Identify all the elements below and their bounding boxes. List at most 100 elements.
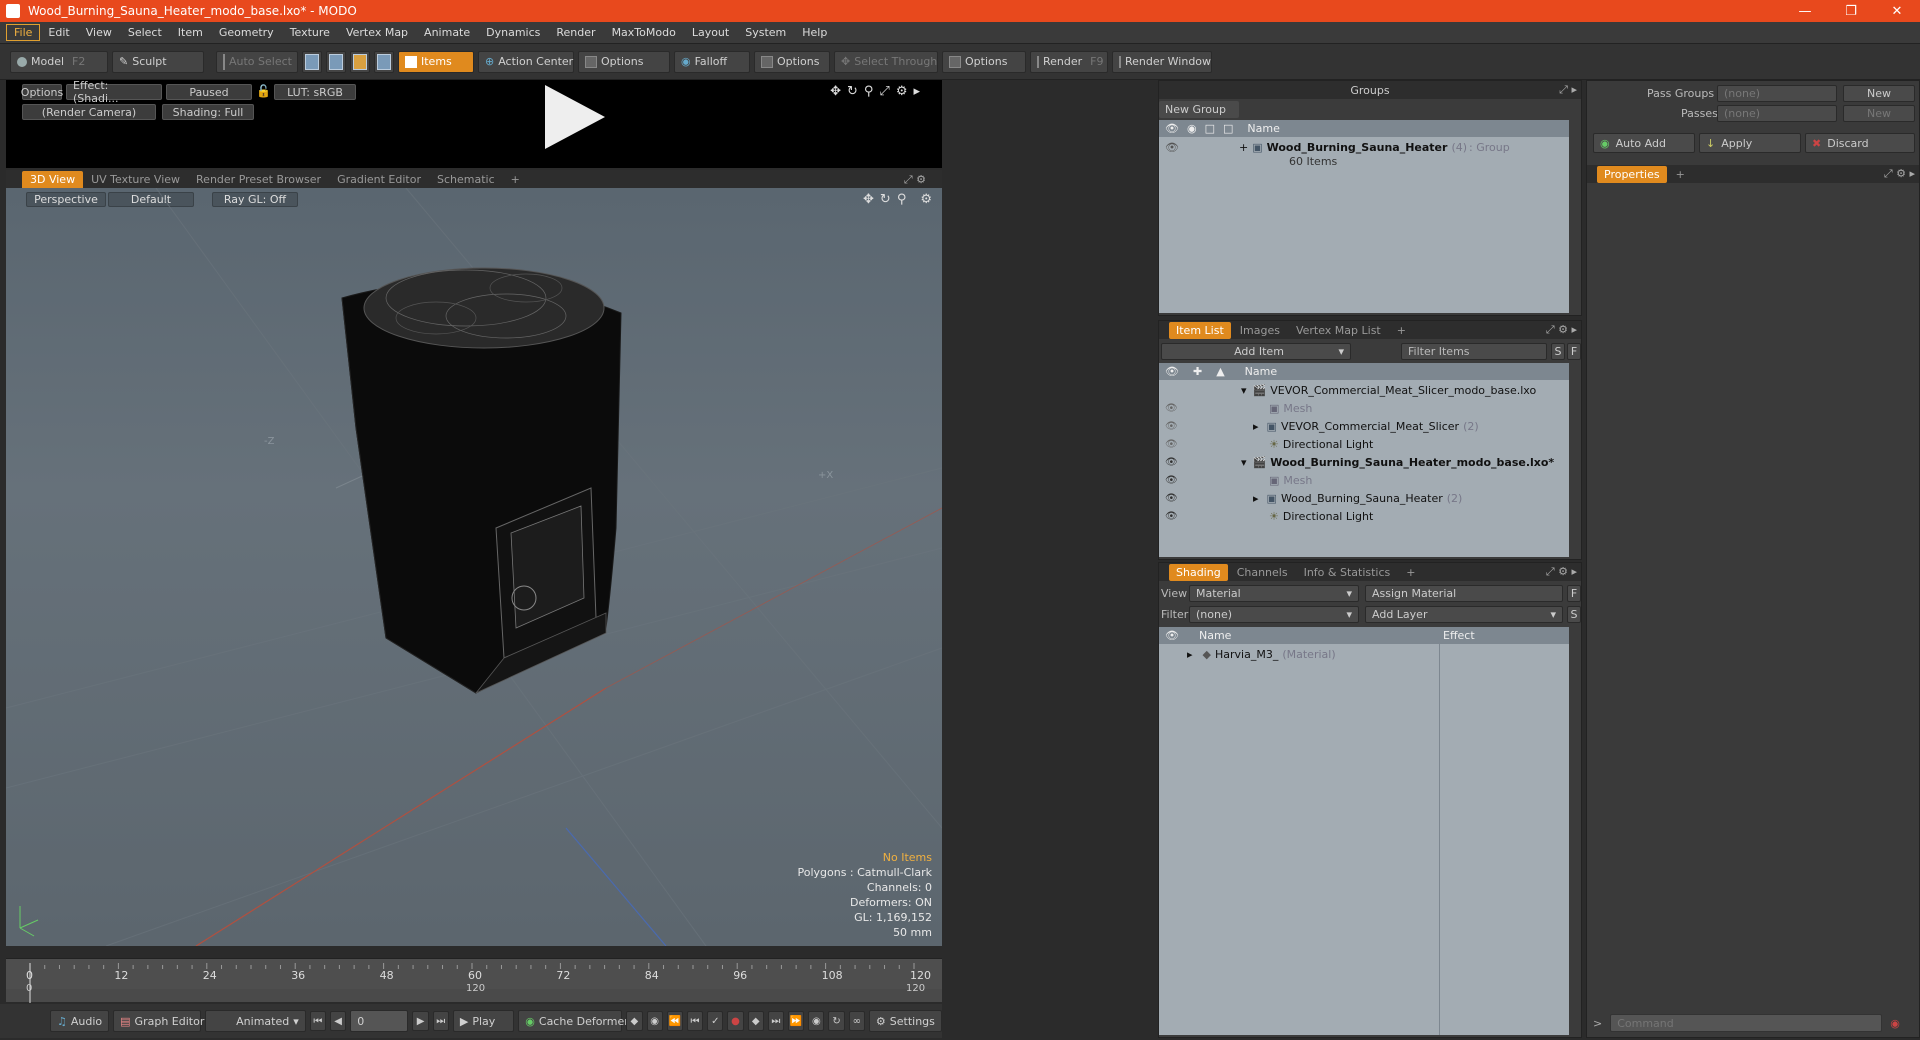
eye-icon[interactable]: 👁: [1165, 141, 1179, 154]
polygons-mode-button[interactable]: [350, 50, 370, 73]
action-center-options-button[interactable]: Options: [578, 50, 670, 73]
add-tab-button[interactable]: +: [1399, 564, 1422, 581]
viewport-settings-icons[interactable]: ⤢ ⚙: [896, 171, 934, 189]
tab-properties[interactable]: Properties: [1597, 165, 1667, 183]
shader-tree[interactable]: 👁 Name Effect ▸ ◆ Harvia_M3_ (Material): [1159, 627, 1569, 1035]
list-item[interactable]: 👁 ☀ Directional Light: [1159, 435, 1569, 453]
expand-plus-icon[interactable]: +: [1239, 141, 1248, 154]
menu-edit[interactable]: Edit: [40, 24, 77, 41]
render-camera-dropdown[interactable]: (Render Camera): [22, 104, 156, 120]
eye-icon[interactable]: 👁: [1165, 421, 1178, 432]
eye-icon[interactable]: 👁: [1165, 493, 1178, 504]
graph-editor-button[interactable]: ▤ Graph Editor: [113, 1010, 204, 1032]
menu-file[interactable]: File: [6, 24, 41, 41]
add-item-dropdown[interactable]: Add Item ▾: [1161, 343, 1351, 360]
model-mode-button[interactable]: Model F2: [10, 50, 108, 73]
command-input[interactable]: [1610, 1014, 1883, 1032]
step-forward-icon[interactable]: ⏭: [767, 1011, 785, 1031]
cache-deformers-button[interactable]: ◉ Cache Deformers: [518, 1010, 635, 1032]
rewind-icon[interactable]: ⏪: [666, 1011, 683, 1031]
new-group-button[interactable]: New Group: [1159, 101, 1239, 118]
expand-icon[interactable]: ⤢ ⚙ ▸: [1546, 323, 1577, 337]
select-through-button[interactable]: ✥ Select Through: [834, 50, 938, 73]
menu-render[interactable]: Render: [548, 24, 603, 41]
edges-mode-button[interactable]: [326, 50, 346, 73]
f-button[interactable]: F: [1567, 585, 1581, 602]
auto-select-button[interactable]: Auto Select: [216, 50, 298, 73]
tab-info-statistics[interactable]: Info & Statistics: [1297, 564, 1398, 581]
list-item[interactable]: 👁 ▸ ▣ Wood_Burning_Sauna_Heater (2): [1159, 489, 1569, 507]
lock-icon[interactable]: 🔓: [256, 84, 271, 98]
menu-geometry[interactable]: Geometry: [211, 24, 282, 41]
item-list[interactable]: 👁 ✚ ▲ Name ▾ 🎬 VEVOR_Commercial_Meat_Sli…: [1159, 363, 1569, 557]
expand-icon[interactable]: ▸: [1253, 492, 1259, 505]
tab-schematic[interactable]: Schematic: [429, 171, 503, 188]
collapse-icon[interactable]: ▾: [1241, 456, 1247, 469]
eye-icon[interactable]: 👁: [1165, 403, 1178, 414]
materials-mode-button[interactable]: [374, 50, 394, 73]
tab-3d-view[interactable]: 3D View: [22, 171, 84, 188]
eye-icon[interactable]: 👁: [1165, 511, 1178, 522]
discard-button[interactable]: ✖ Discard: [1805, 133, 1915, 153]
rotate-icon[interactable]: ↻: [847, 84, 858, 99]
falloff-options-button[interactable]: Options: [754, 50, 830, 73]
menu-maxtomodo[interactable]: MaxToModo: [604, 24, 684, 41]
new-pass-group-button[interactable]: New: [1843, 85, 1915, 102]
view-dropdown[interactable]: Material ▾: [1189, 585, 1359, 602]
next-key-icon[interactable]: ▶: [412, 1011, 429, 1031]
menu-animate[interactable]: Animate: [416, 24, 478, 41]
audio-button[interactable]: ♫ Audio: [50, 1010, 110, 1032]
menu-texture[interactable]: Texture: [282, 24, 338, 41]
tab-render-preset-browser[interactable]: Render Preset Browser: [188, 171, 329, 188]
timeline[interactable]: 0 12 24 36 48 60 72 84 96 108 120 0 120 120: [6, 958, 942, 1003]
expand-icon[interactable]: ⤢: [879, 84, 889, 99]
material-row[interactable]: ▸ ◆ Harvia_M3_ (Material): [1159, 645, 1439, 663]
action-center-button[interactable]: ⊕ Action Center: [478, 50, 574, 73]
render-button[interactable]: Render F9: [1030, 50, 1108, 73]
auto-key-icon[interactable]: ✓: [707, 1011, 724, 1031]
expand-icon[interactable]: ⤢ ⚙ ▸: [1546, 565, 1577, 579]
menu-vertex-map[interactable]: Vertex Map: [338, 24, 416, 41]
current-frame-field[interactable]: 0: [350, 1010, 409, 1032]
add-tab-button[interactable]: +: [1669, 166, 1692, 183]
add-tab-button[interactable]: +: [503, 171, 528, 188]
restore-icon[interactable]: ❐: [1828, 0, 1874, 22]
play-button[interactable]: ▶ Play: [452, 1010, 515, 1032]
tab-uv-texture-view[interactable]: UV Texture View: [83, 171, 188, 188]
step-back-icon[interactable]: ⏮: [686, 1011, 704, 1031]
go-to-end-icon[interactable]: ⏭: [432, 1011, 449, 1031]
search-s-button[interactable]: S: [1551, 343, 1565, 360]
go-to-start-icon[interactable]: ⏮: [309, 1011, 326, 1031]
lut-dropdown[interactable]: LUT: sRGB: [274, 84, 356, 100]
expand-icon[interactable]: ⤢ ▸: [1559, 83, 1577, 97]
previous-key-icon[interactable]: ◀: [329, 1011, 347, 1031]
passes-dropdown[interactable]: (none): [1717, 105, 1837, 122]
list-item[interactable]: 👁 ▸ ▣ VEVOR_Commercial_Meat_Slicer (2): [1159, 417, 1569, 435]
arrow-right-icon[interactable]: ▸: [913, 84, 920, 99]
filter-dropdown[interactable]: (none) ▾: [1189, 606, 1359, 623]
tab-shading[interactable]: Shading: [1169, 563, 1228, 581]
3d-viewport[interactable]: Perspective Default Ray GL: Off ✥ ↻ ⚲ ⚙: [6, 188, 942, 946]
menu-item[interactable]: Item: [170, 24, 211, 41]
preview-options-button[interactable]: Options: [21, 84, 63, 100]
new-pass-button[interactable]: New: [1843, 105, 1915, 122]
eye-icon[interactable]: 👁: [1165, 439, 1178, 450]
assign-material-button[interactable]: Assign Material: [1365, 585, 1563, 602]
key-icon[interactable]: ◆: [626, 1011, 643, 1031]
render-window-button[interactable]: Render Window: [1112, 50, 1212, 73]
vertices-mode-button[interactable]: [302, 50, 322, 73]
eye-icon[interactable]: 👁: [1165, 457, 1178, 468]
items-mode-button[interactable]: Items: [398, 50, 474, 73]
menu-select[interactable]: Select: [120, 24, 170, 41]
settings-button[interactable]: ⚙ Settings: [868, 1010, 942, 1032]
falloff-button[interactable]: ◉ Falloff: [674, 50, 750, 73]
expand-icon[interactable]: ⤢ ⚙ ▸: [1884, 167, 1915, 181]
expand-icon[interactable]: ▸: [1187, 648, 1193, 661]
animated-dropdown[interactable]: Animated ▾: [205, 1010, 306, 1032]
list-item[interactable]: 👁 ▾ 🎬 Wood_Burning_Sauna_Heater_modo_bas…: [1159, 453, 1569, 471]
preview-paused-button[interactable]: Paused: [166, 84, 252, 100]
sculpt-mode-button[interactable]: ✎ Sculpt: [112, 50, 204, 73]
shading-dropdown[interactable]: Shading: Full: [162, 104, 254, 120]
loop-icon[interactable]: ↻: [828, 1011, 845, 1031]
zoom-icon[interactable]: ⚲: [864, 84, 874, 99]
